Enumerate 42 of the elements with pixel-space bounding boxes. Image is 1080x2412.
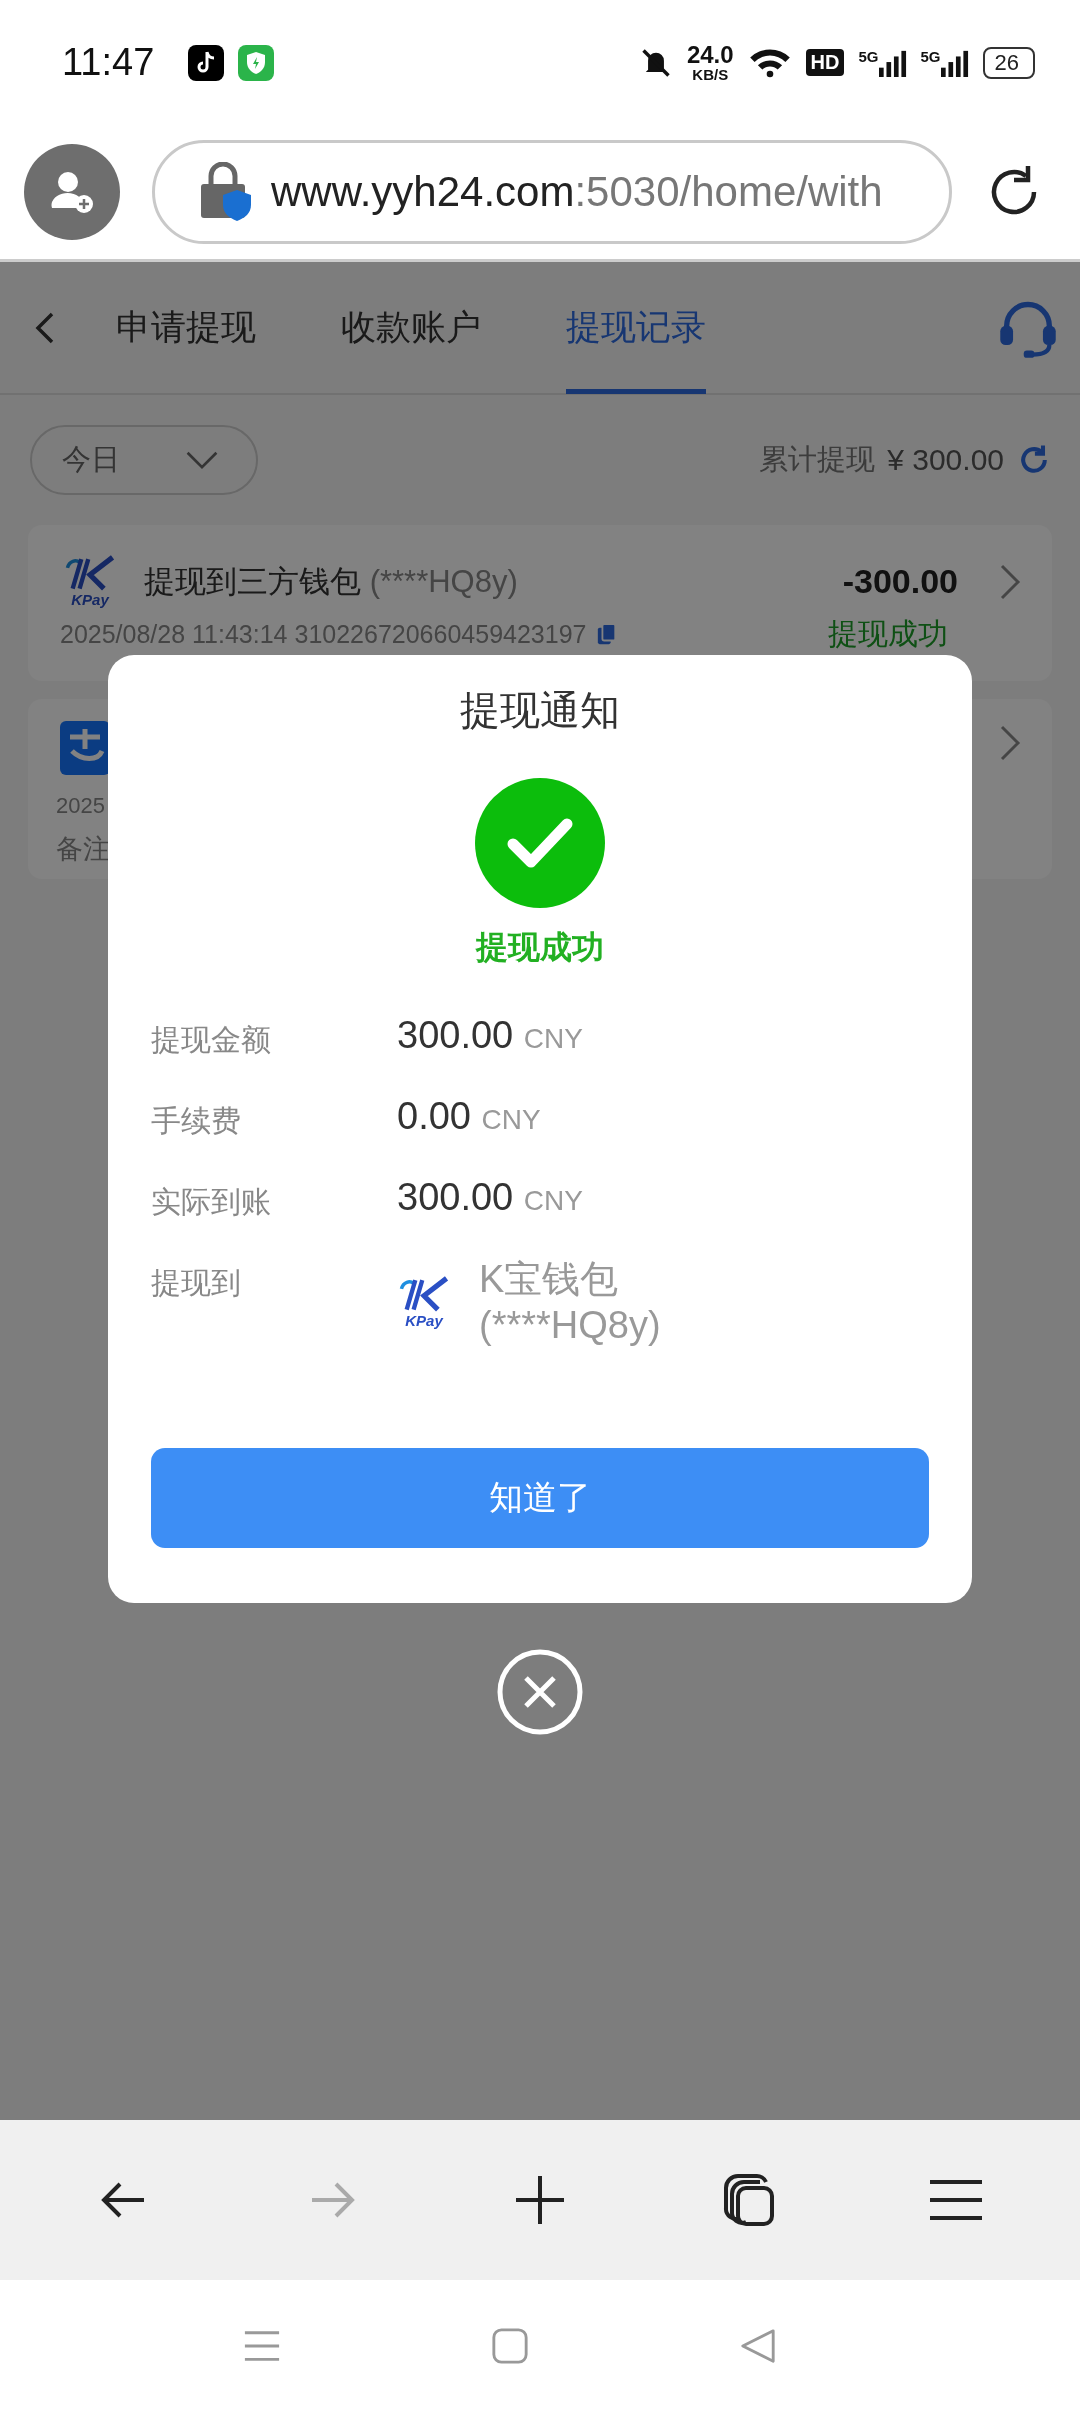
music-note-icon — [188, 44, 225, 81]
close-icon[interactable] — [496, 1648, 584, 1736]
record-title: 提现到三方钱包 (****HQ8y) — [144, 562, 518, 601]
url-text: www.yyh24.com:5030/home/with — [271, 168, 883, 216]
network-speed: 24.0 KB/S — [686, 43, 734, 82]
record-amount: -300.00 — [842, 562, 958, 601]
kpay-logo: KPay — [60, 555, 120, 608]
total-amount: ¥ 300.00 — [887, 443, 1004, 477]
success-check-icon — [475, 778, 605, 908]
status-time: 11:47 — [62, 41, 155, 84]
confirm-button[interactable]: 知道了 — [151, 1448, 929, 1549]
tab[interactable]: 提现记录 — [566, 261, 706, 394]
record-time: 2025/08/28 11:43:14 310226720660459423197 — [60, 620, 587, 649]
address-field[interactable]: www.yyh24.com:5030/home/with — [152, 140, 952, 244]
kpay-logo: KPay — [397, 1276, 451, 1330]
chevron-right-icon — [998, 723, 1022, 763]
signal-indicator: 5G — [858, 47, 907, 78]
caret-icon — [184, 449, 220, 471]
detail-label: 提现到 — [151, 1265, 242, 1301]
detail-value: 0.00 CNY — [397, 1095, 541, 1138]
detail-value: 300.00 CNY — [397, 1176, 583, 1219]
record-note: 备注 — [56, 833, 111, 866]
dialog-title: 提现通知 — [460, 687, 620, 734]
dialog-result: 提现成功 — [476, 928, 604, 967]
period-dropdown[interactable]: 今日 — [30, 425, 258, 495]
tab[interactable]: 申请提现 — [116, 261, 256, 394]
record-time: 2025 — [56, 793, 106, 819]
detail-label: 手续费 — [151, 1103, 242, 1139]
tab[interactable]: 收款账户 — [341, 261, 481, 394]
detail-label: 实际到账 — [151, 1184, 272, 1220]
wallet-name: K宝钱包 (****HQ8y) — [479, 1257, 661, 1348]
add-user-icon[interactable] — [24, 144, 120, 240]
record-status: 提现成功 — [828, 616, 948, 652]
lock-shield-icon — [199, 162, 253, 222]
signal-indicator: 5G — [920, 47, 969, 78]
hd-indicator: HD — [805, 49, 845, 76]
battery-indicator: 26 — [982, 46, 1035, 79]
detail-value: 300.00 CNY — [397, 1014, 583, 1057]
detail-label: 提现金额 — [151, 1022, 272, 1058]
shield-icon — [238, 44, 275, 81]
total-label: 累计提现 — [759, 442, 876, 477]
home-icon[interactable] — [491, 2327, 529, 2365]
